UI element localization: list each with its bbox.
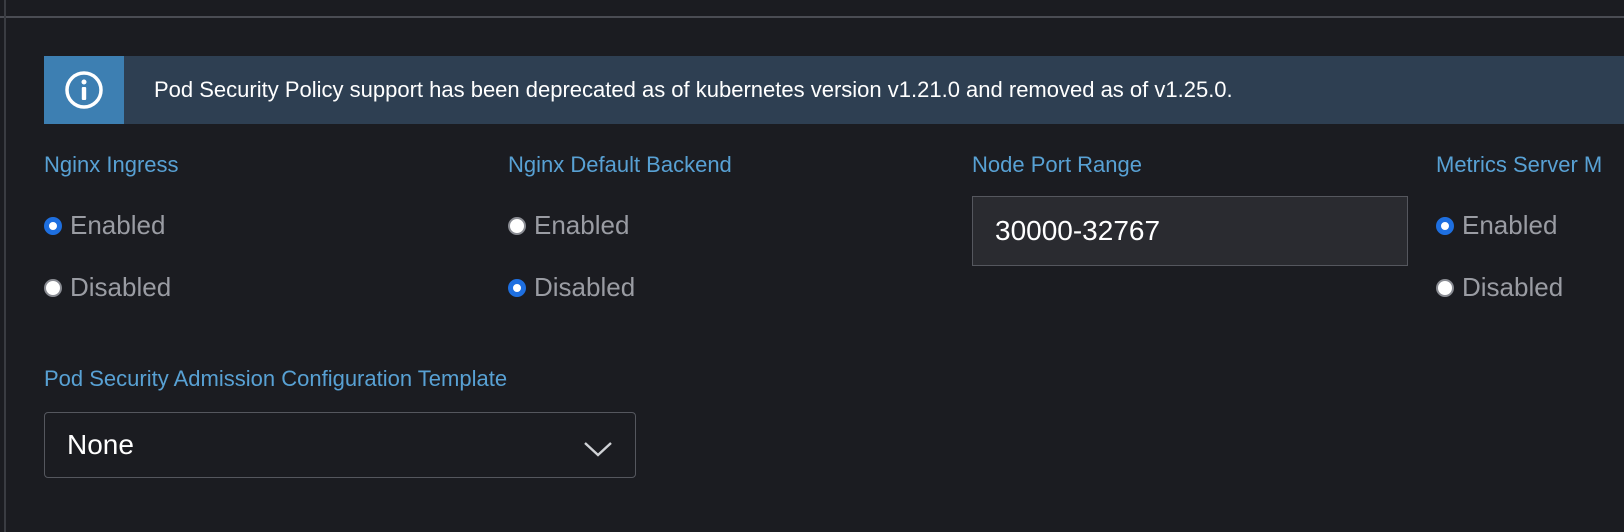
radio-unselected-icon[interactable] xyxy=(508,216,526,235)
radio-selected-icon[interactable] xyxy=(508,278,526,297)
radio-unselected-icon[interactable] xyxy=(44,278,62,297)
radio-label: Disabled xyxy=(1462,272,1564,302)
radio-label: Enabled xyxy=(70,210,166,240)
radio-selected-icon[interactable] xyxy=(1436,216,1454,235)
nginx-default-backend-label: Nginx Default Backend xyxy=(508,152,732,177)
nginx-ingress-enabled-radio[interactable]: Enabled xyxy=(44,210,165,241)
radio-selected-icon[interactable] xyxy=(44,216,62,235)
top-divider xyxy=(0,0,1624,18)
radio-label: Enabled xyxy=(534,210,630,240)
psa-template-value: None xyxy=(67,429,134,460)
left-divider xyxy=(4,0,6,532)
metrics-server-label: Metrics Server M xyxy=(1436,152,1603,177)
radio-label: Disabled xyxy=(534,272,636,302)
nginx-default-backend-disabled-radio[interactable]: Disabled xyxy=(508,272,635,303)
info-icon xyxy=(44,56,124,124)
node-port-range-input[interactable]: 30000-32767 xyxy=(972,196,1408,266)
metrics-server-disabled-radio[interactable]: Disabled xyxy=(1436,272,1563,303)
deprecation-banner: Pod Security Policy support has been dep… xyxy=(44,56,1624,124)
chevron-down-icon[interactable] xyxy=(583,433,613,465)
radio-label: Disabled xyxy=(70,272,172,302)
psa-template-select[interactable]: None xyxy=(44,412,636,478)
nginx-ingress-label: Nginx Ingress xyxy=(44,152,179,177)
node-port-range-label: Node Port Range xyxy=(972,152,1142,177)
metrics-server-enabled-radio[interactable]: Enabled xyxy=(1436,210,1557,241)
page: Pod Security Policy support has been dep… xyxy=(0,0,1624,532)
radio-unselected-icon[interactable] xyxy=(1436,278,1454,297)
nginx-ingress-disabled-radio[interactable]: Disabled xyxy=(44,272,171,303)
nginx-default-backend-enabled-radio[interactable]: Enabled xyxy=(508,210,629,241)
banner-text: Pod Security Policy support has been dep… xyxy=(154,77,1233,102)
radio-label: Enabled xyxy=(1462,210,1558,240)
psa-template-label: Pod Security Admission Configuration Tem… xyxy=(44,366,508,391)
